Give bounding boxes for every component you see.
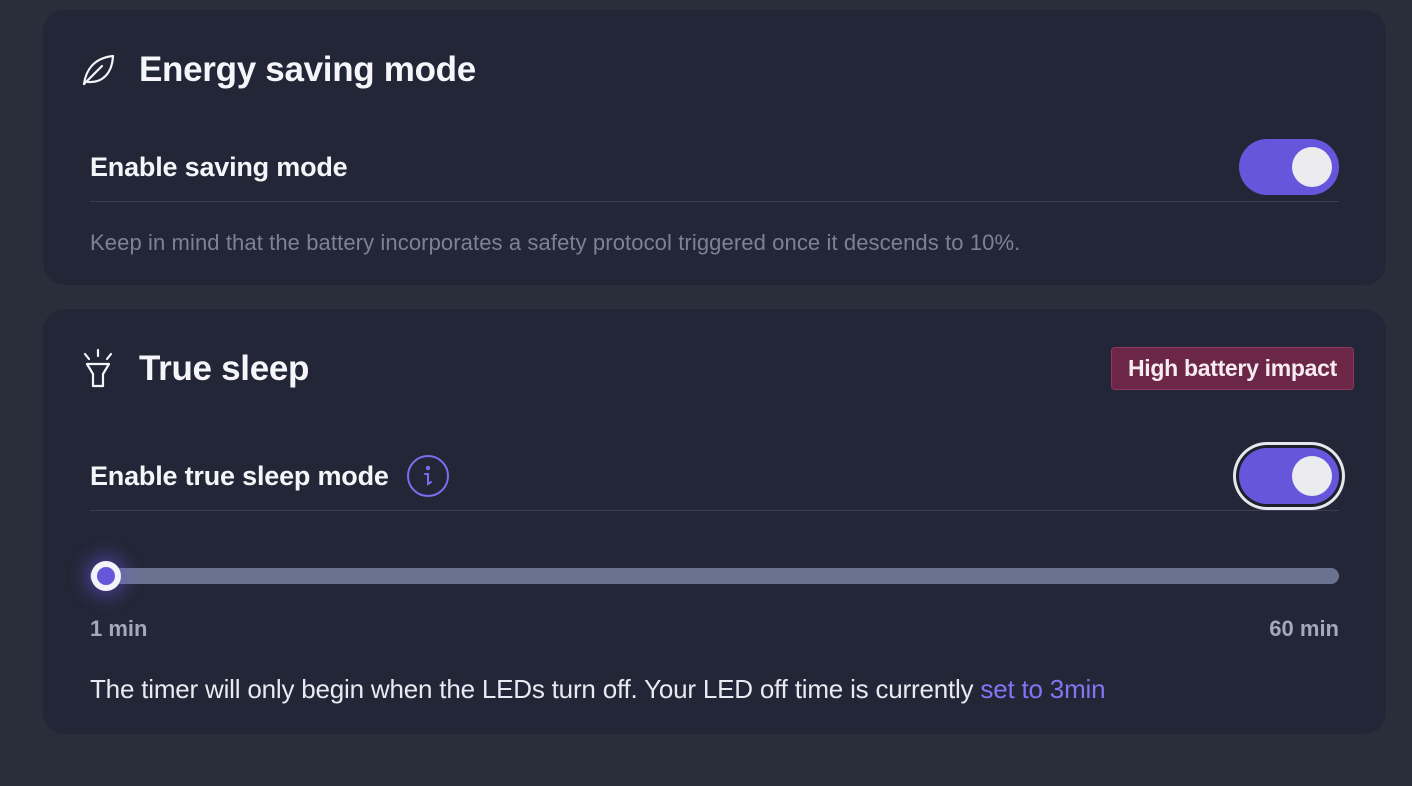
slider-range-labels: 1 min 60 min [90, 616, 1339, 642]
enable-saving-mode-label: Enable saving mode [90, 151, 348, 182]
flashlight-icon [79, 348, 117, 388]
true-sleep-header: True sleep High battery impact [79, 347, 1354, 390]
sleep-timer-slider[interactable] [90, 561, 1339, 591]
leaf-icon [79, 51, 117, 89]
sleep-timer-slider-thumb[interactable] [91, 561, 121, 591]
slider-min-label: 1 min [90, 616, 148, 641]
enable-true-sleep-row: Enable true sleep mode [90, 442, 1339, 511]
energy-saving-title: Energy saving mode [139, 50, 476, 89]
high-battery-impact-badge: High battery impact [1110, 347, 1354, 390]
enable-true-sleep-label: Enable true sleep mode [90, 460, 389, 491]
info-icon[interactable] [406, 455, 449, 497]
led-off-time-link[interactable]: set to 3min [980, 674, 1105, 704]
battery-safety-hint: Keep in mind that the battery incorporat… [90, 230, 1021, 255]
sleep-timer-slider-track[interactable] [90, 568, 1339, 584]
enable-true-sleep-label-group: Enable true sleep mode [90, 455, 449, 497]
true-sleep-toggle-knob [1292, 456, 1332, 496]
true-sleep-toggle[interactable] [1239, 448, 1339, 504]
led-timer-note: The timer will only begin when the LEDs … [90, 674, 1106, 705]
slider-max-label: 60 min [1269, 616, 1339, 641]
true-sleep-card: True sleep High battery impact Enable tr… [43, 309, 1386, 734]
saving-mode-toggle-knob [1292, 147, 1332, 187]
saving-mode-toggle[interactable] [1239, 139, 1339, 195]
true-sleep-title: True sleep [139, 348, 310, 388]
led-timer-note-text: The timer will only begin when the LEDs … [90, 674, 981, 704]
energy-saving-card: Energy saving mode Enable saving mode Ke… [43, 10, 1386, 285]
enable-saving-mode-row: Enable saving mode [90, 133, 1339, 202]
energy-saving-header: Energy saving mode [79, 50, 1354, 90]
